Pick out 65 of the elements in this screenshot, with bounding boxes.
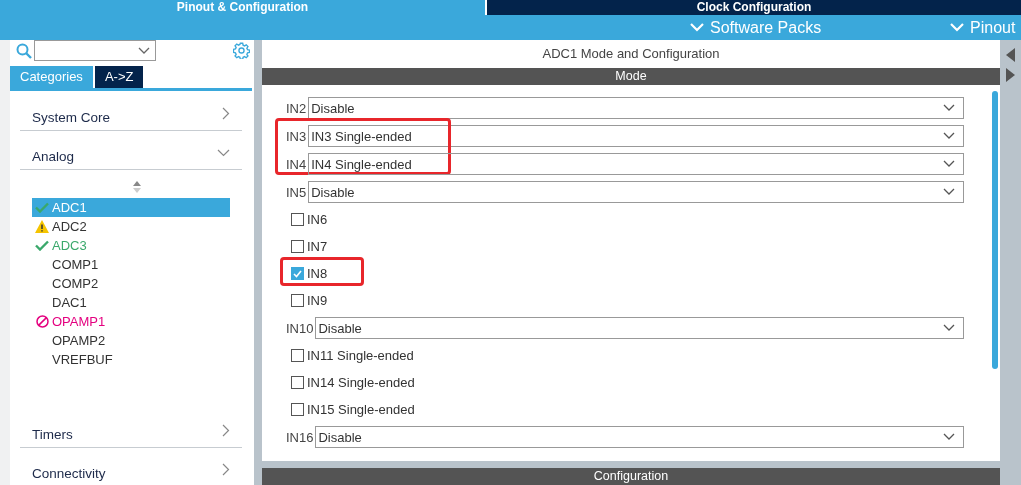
search-field[interactable] xyxy=(34,40,156,61)
sidebar-tab[interactable]: A->Z xyxy=(94,66,144,88)
channel-label: IN10 xyxy=(286,320,314,336)
chevron-down-icon xyxy=(943,324,955,332)
checkbox[interactable] xyxy=(291,403,304,416)
peripheral-item[interactable]: COMP1 xyxy=(32,255,230,274)
channel-select[interactable]: IN3 Single-ended xyxy=(308,125,964,147)
checkbox-label: IN11 Single-ended xyxy=(307,348,414,363)
channel-select[interactable]: Disable xyxy=(315,317,964,339)
perspective-tab[interactable]: Clock Configuration xyxy=(485,0,1021,15)
chevron-down-icon xyxy=(690,23,704,32)
peripheral-item[interactable]: OPAMP2 xyxy=(32,331,230,350)
channel-label: IN5 xyxy=(286,184,307,200)
chevron-down-icon xyxy=(950,23,964,32)
chevron-down-icon xyxy=(138,46,150,55)
chevron-down-icon xyxy=(943,433,955,441)
peripheral-item[interactable]: ADC2 xyxy=(32,217,230,236)
peripheral-item[interactable]: COMP2 xyxy=(32,274,230,293)
section-header: Mode xyxy=(262,68,1000,85)
checkbox-label: IN15 Single-ended xyxy=(307,402,415,417)
chevron-right-icon xyxy=(222,424,230,437)
checkbox[interactable] xyxy=(291,294,304,307)
checkbox[interactable] xyxy=(291,376,304,389)
checkbox-label: IN6 xyxy=(307,212,328,227)
chevron-down-icon xyxy=(943,104,955,112)
chevron-down-icon xyxy=(943,188,955,196)
expand-right-icon[interactable] xyxy=(1006,68,1015,82)
peripheral-item[interactable]: DAC1 xyxy=(32,293,230,312)
channel-label: IN3 xyxy=(286,128,307,144)
checkbox[interactable] xyxy=(291,349,304,362)
chevron-down-icon xyxy=(217,148,230,157)
category-header[interactable]: Timers xyxy=(20,414,242,448)
checkbox-label: IN7 xyxy=(307,239,328,254)
peripheral-item[interactable]: VREFBUF xyxy=(32,350,230,369)
category-header[interactable]: Connectivity xyxy=(20,453,242,485)
channel-select[interactable]: Disable xyxy=(315,426,964,448)
category-header[interactable]: System Core xyxy=(20,97,242,131)
checkbox[interactable] xyxy=(291,267,304,280)
chevron-right-icon xyxy=(222,463,230,476)
sort-arrows-icon[interactable] xyxy=(133,181,141,193)
blocked-icon xyxy=(35,315,49,328)
peripheral-item[interactable]: OPAMP1 xyxy=(32,312,230,331)
channel-label: IN16 xyxy=(286,429,314,445)
channel-select[interactable]: IN4 Single-ended xyxy=(308,153,964,175)
channel-select[interactable]: Disable xyxy=(308,97,964,119)
channel-label: IN4 xyxy=(286,156,307,172)
chevron-down-icon xyxy=(943,132,955,140)
search-icon xyxy=(16,42,32,59)
section-header: Configuration xyxy=(262,468,1000,485)
checkbox[interactable] xyxy=(291,240,304,253)
channel-label: IN2 xyxy=(286,100,307,116)
warning-icon xyxy=(35,220,49,233)
chevron-right-icon xyxy=(222,107,230,120)
checkbox-label: IN8 xyxy=(307,266,328,281)
checkbox-label: IN9 xyxy=(307,293,328,308)
checkbox[interactable] xyxy=(291,213,304,226)
checkbox-label: IN14 Single-ended xyxy=(307,375,415,390)
checkmark-icon xyxy=(35,240,49,251)
channel-select[interactable]: Disable xyxy=(308,181,964,203)
chevron-down-icon xyxy=(943,160,955,168)
settings-icon[interactable] xyxy=(233,42,250,59)
category-header[interactable]: Analog xyxy=(20,136,242,170)
checkmark-icon xyxy=(35,202,49,213)
collapse-left-icon[interactable] xyxy=(1006,48,1015,62)
panel-title: ADC1 Mode and Configuration xyxy=(541,45,721,63)
